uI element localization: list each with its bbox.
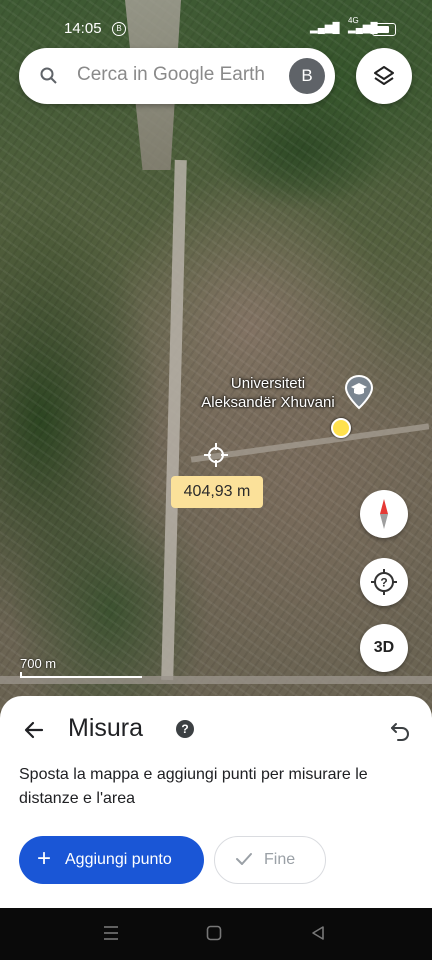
recents-icon[interactable] (102, 925, 120, 941)
notification-badge: B (112, 22, 126, 36)
my-location-button[interactable]: ? (360, 558, 408, 606)
search-input[interactable]: Cerca in Google Earth (77, 64, 265, 86)
map-texture (0, 0, 432, 720)
compass-button[interactable] (360, 490, 408, 538)
status-bar: 14:05 B ▂▄▆█ 4G ▂▄▆█ (0, 14, 432, 44)
place-label[interactable]: Universiteti Aleksandër Xhuvani (198, 374, 338, 412)
done-button[interactable]: Fine (214, 836, 326, 884)
compass-icon (380, 499, 388, 529)
undo-icon[interactable] (388, 718, 412, 742)
svg-text:?: ? (380, 576, 387, 590)
home-icon[interactable] (206, 925, 222, 941)
measure-point[interactable] (331, 418, 351, 438)
signal-icon: ▂▄▆█ (310, 23, 340, 34)
layers-icon (374, 66, 394, 85)
school-pin-icon[interactable] (344, 374, 374, 410)
search-bar[interactable]: Cerca in Google Earth B (19, 48, 335, 104)
measure-sheet: Misura ? Sposta la mappa e aggiungi punt… (0, 696, 432, 908)
back-icon[interactable] (310, 925, 326, 941)
scale-label: 700 m (20, 656, 57, 671)
distance-chip: 404,93 m (171, 476, 263, 508)
add-point-button[interactable]: + Aggiungi punto (19, 836, 204, 884)
status-time: 14:05 (64, 20, 102, 37)
avatar[interactable]: B (289, 58, 325, 94)
back-arrow-icon[interactable] (22, 718, 46, 742)
satellite-map[interactable] (0, 0, 432, 720)
check-icon (236, 853, 252, 865)
3d-toggle-button[interactable]: 3D (360, 624, 408, 672)
search-icon (40, 67, 57, 84)
crosshair-icon (204, 443, 228, 467)
location-help-icon: ? (371, 569, 397, 595)
add-point-label: Aggiungi punto (65, 851, 172, 868)
system-nav-bar (0, 908, 432, 960)
scale-bar (20, 672, 142, 678)
plus-icon: + (37, 845, 52, 872)
sheet-description: Sposta la mappa e aggiungi punti per mis… (19, 766, 368, 807)
sheet-title: Misura (68, 714, 144, 742)
layers-button[interactable] (356, 48, 412, 104)
done-label: Fine (264, 851, 296, 868)
help-icon[interactable]: ? (176, 720, 194, 738)
battery-icon (372, 23, 396, 36)
